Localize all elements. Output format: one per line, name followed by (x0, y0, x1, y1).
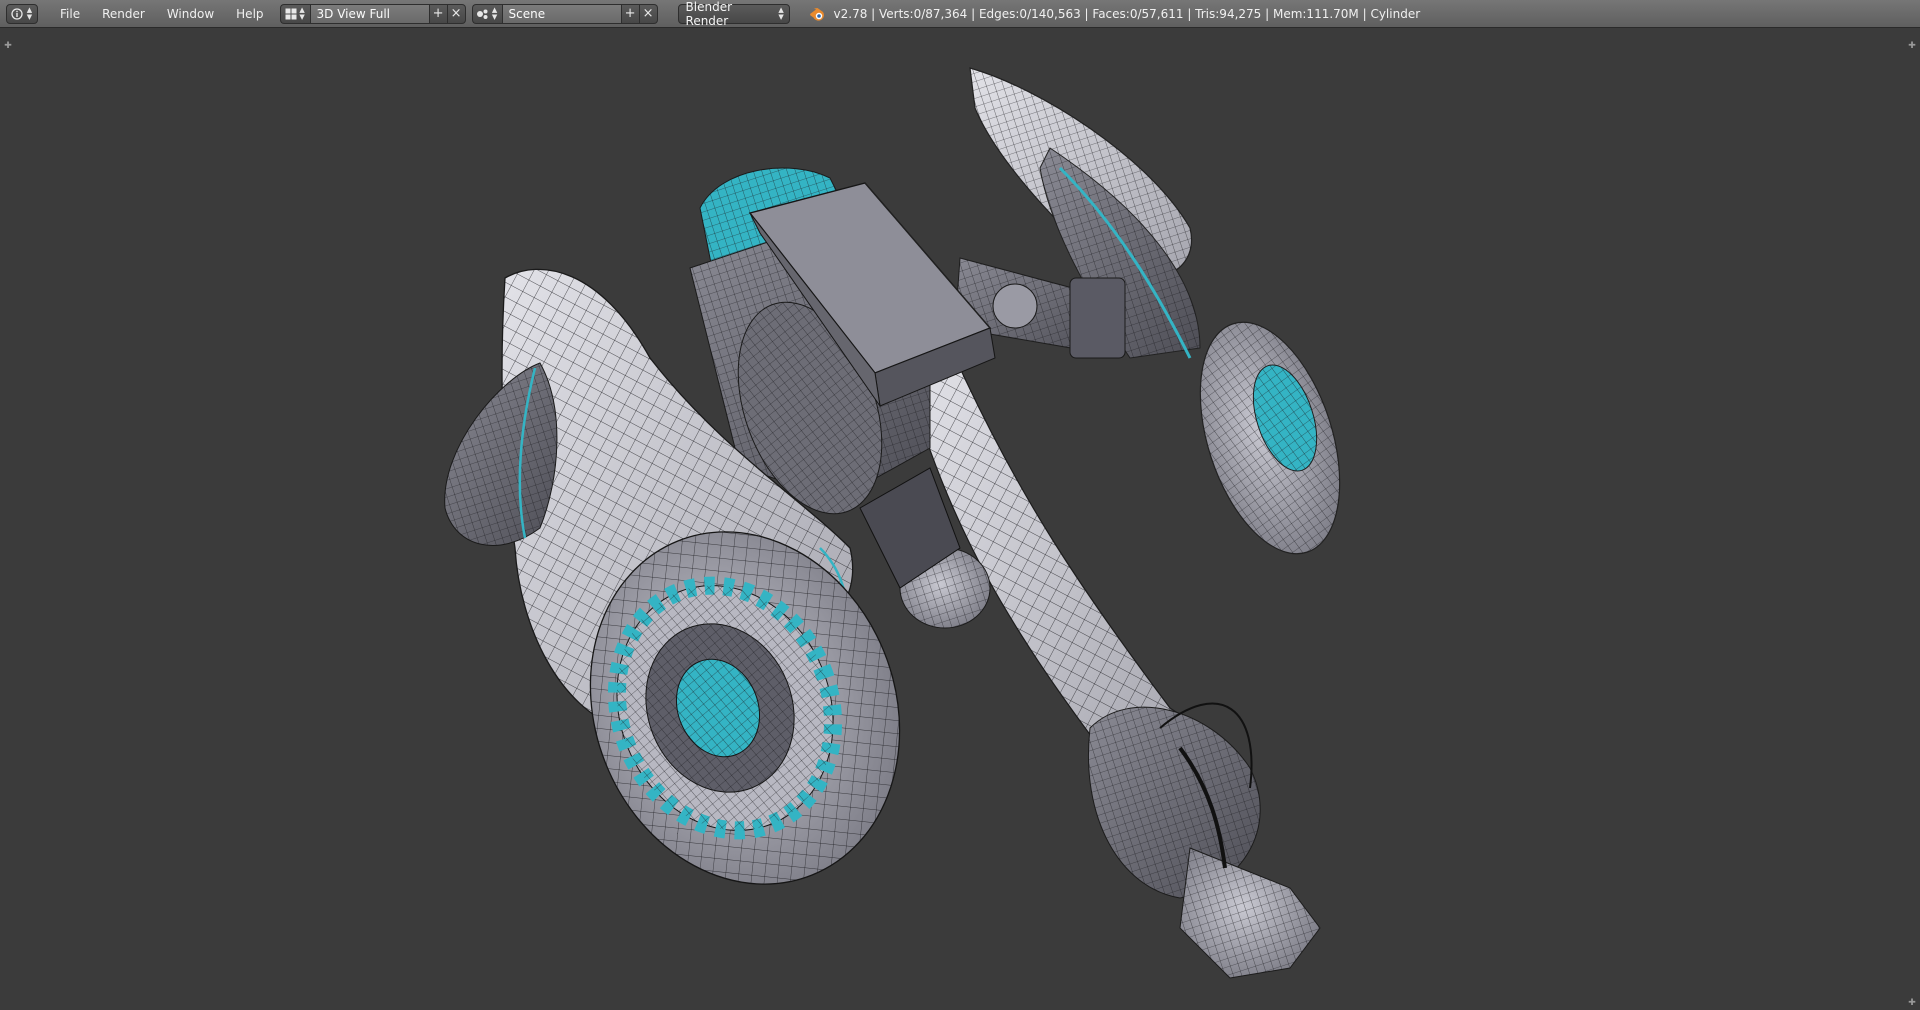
screen-layout-browse[interactable]: ▲ ▼ (279, 3, 310, 24)
scene-statistics: v2.78 | Verts:0/87,364 | Edges:0/140,563… (833, 6, 1421, 21)
up-down-arrows-icon: ▲ ▼ (26, 5, 33, 21)
screen-layout-group: ▲ ▼ 3D View Full + × (279, 3, 466, 24)
screen-layout-icon (285, 8, 297, 19)
delete-screen-button[interactable]: × (447, 3, 466, 24)
menu-render[interactable]: Render (92, 7, 157, 21)
blender-window: ▲ ▼ File Render Window Help ▲ ▼ 3D View Fu… (0, 0, 1920, 1010)
render-engine-dropdown[interactable]: Blender Render ▲ ▼ (677, 0, 790, 28)
menu-file[interactable]: File (50, 7, 92, 21)
main-menu: File Render Window Help (50, 7, 276, 21)
delete-scene-button[interactable]: × (639, 3, 658, 24)
scene-browse[interactable]: ▲ ▼ (471, 3, 502, 24)
up-down-arrows-icon: ▲ ▼ (778, 5, 784, 21)
screen-layout-field[interactable]: 3D View Full (309, 3, 430, 24)
info-icon (11, 7, 23, 20)
close-icon: × (642, 6, 654, 21)
wireframe-vehicle-model[interactable] (0, 28, 1920, 1010)
plus-icon: + (432, 6, 444, 21)
editor-type-selector[interactable]: ▲ ▼ (6, 3, 38, 24)
scene-field[interactable]: Scene (501, 3, 622, 24)
3d-viewport[interactable]: ✚ ✚ ✚ (0, 28, 1920, 1010)
menu-window[interactable]: Window (157, 7, 226, 21)
plus-icon: + (624, 6, 636, 21)
close-icon: × (450, 6, 462, 21)
menu-help[interactable]: Help (226, 7, 275, 21)
scene-group: ▲ ▼ Scene + × (471, 3, 658, 24)
up-down-arrows-icon: ▲ ▼ (491, 5, 498, 21)
add-screen-button[interactable]: + (429, 3, 448, 24)
scene-icon (477, 9, 488, 19)
info-header: ▲ ▼ File Render Window Help ▲ ▼ 3D View Fu… (0, 0, 1920, 28)
blender-logo-icon (809, 7, 824, 21)
up-down-arrows-icon: ▲ ▼ (299, 5, 305, 21)
render-engine-label: Blender Render (685, 0, 733, 28)
add-scene-button[interactable]: + (621, 3, 640, 24)
